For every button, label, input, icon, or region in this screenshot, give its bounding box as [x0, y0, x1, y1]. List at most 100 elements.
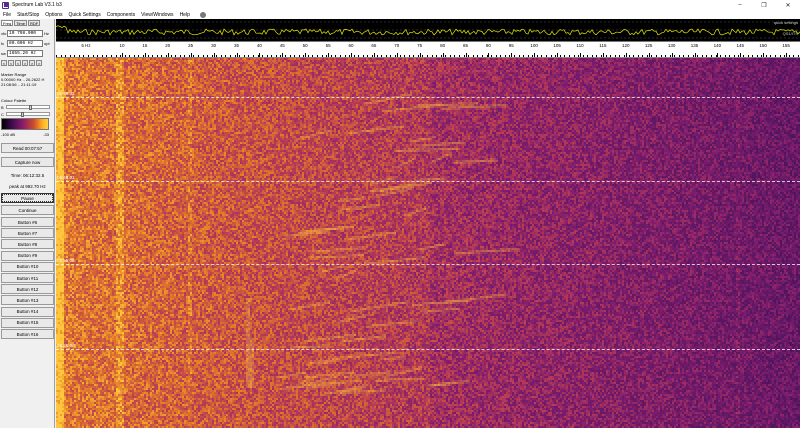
- user-button-11[interactable]: Button #11: [1, 273, 54, 283]
- menu-options[interactable]: Options: [45, 12, 62, 18]
- menu-components[interactable]: Components: [107, 12, 135, 18]
- freq-minor-tick: [541, 55, 543, 57]
- menu-view-windows[interactable]: View/Windows: [141, 12, 173, 18]
- step-right-button-2[interactable]: >: [29, 60, 35, 66]
- window-title: Spectrum Lab V3.1 b3: [12, 2, 62, 8]
- tab-time[interactable]: Time: [14, 20, 27, 26]
- freq-tick-label: 130: [667, 43, 676, 48]
- freq-minor-tick: [97, 55, 99, 57]
- freq-minor-tick: [559, 55, 561, 57]
- step-right-button-1[interactable]: >: [22, 60, 28, 66]
- waterfall-display[interactable]: 06:48:33 06:49:01 06:55:08 06:56:08: [56, 58, 800, 428]
- step-left-button-3[interactable]: <: [15, 60, 21, 66]
- read-button[interactable]: Read 00:07:57: [1, 143, 54, 153]
- menu-help[interactable]: Help: [180, 12, 190, 18]
- freq-minor-tick: [124, 55, 126, 57]
- freq-minor-tick: [573, 55, 575, 57]
- freq-minor-tick: [307, 55, 309, 57]
- freq-minor-tick: [248, 55, 250, 57]
- freq-minor-tick: [715, 55, 717, 57]
- freq-minor-tick: [175, 55, 177, 57]
- freq-minor-tick: [143, 55, 145, 57]
- vfo-field[interactable]: 10 798.000: [7, 29, 43, 37]
- freq-minor-tick: [211, 55, 213, 57]
- contrast-thumb[interactable]: [21, 112, 24, 117]
- freq-tick-label: 85: [462, 43, 469, 48]
- freq-tick: [488, 53, 490, 57]
- step-left-button-2[interactable]: <: [8, 60, 14, 66]
- freq-minor-tick: [74, 55, 76, 57]
- menu-start-stop[interactable]: Start/Stop: [17, 12, 39, 18]
- qs1-label: QS1/ITS: [782, 31, 798, 36]
- freq-minor-tick: [225, 55, 227, 57]
- freq-tick: [557, 53, 559, 57]
- tab-freq[interactable]: Freq: [1, 20, 14, 26]
- freq-tick-label: 155: [782, 43, 790, 48]
- freq-minor-tick: [312, 55, 314, 57]
- freq-minor-tick: [793, 55, 795, 57]
- freq-minor-tick: [445, 55, 447, 57]
- freq-minor-tick: [179, 55, 181, 57]
- fc-field[interactable]: 80.606 Hz: [7, 39, 43, 47]
- user-button-13[interactable]: Button #13: [1, 295, 54, 306]
- freq-minor-tick: [724, 55, 726, 57]
- spectrum-graph[interactable]: quick settings QS1/ITS: [56, 19, 800, 42]
- freq-minor-tick: [481, 55, 483, 57]
- pause-button[interactable]: Pause: [1, 193, 54, 203]
- freq-minor-tick: [216, 55, 218, 57]
- brightness-slider[interactable]: [6, 105, 50, 110]
- freq-tick-label: 115: [599, 43, 607, 48]
- freq-minor-tick: [619, 55, 621, 57]
- freq-minor-tick: [674, 55, 676, 57]
- title-bar: Spectrum Lab V3.1 b3 – ❐ ✕: [0, 0, 800, 10]
- colour-palette: Colour Palette B C -100 dB -33: [1, 98, 54, 137]
- opt-button[interactable]: opt: [44, 41, 50, 46]
- sw-row: sw 1655.20 Hz: [1, 49, 43, 57]
- brightness-thumb[interactable]: [29, 105, 32, 110]
- frequency-scale[interactable]: 5 Hz 10 15 20 25 30 35 40 45 50 55 60 65 70 75 80 85 90 9…: [56, 42, 800, 58]
- maximize-button[interactable]: ❐: [752, 0, 776, 10]
- continue-button[interactable]: Continue: [1, 205, 54, 215]
- freq-minor-tick: [440, 55, 442, 57]
- freq-minor-tick: [491, 55, 493, 57]
- time-marker-line: [56, 181, 800, 182]
- freq-minor-tick: [692, 55, 694, 57]
- user-button-12[interactable]: Button #12: [1, 284, 54, 295]
- freq-tick: [786, 53, 788, 57]
- freq-minor-tick: [665, 55, 667, 57]
- step-left-button-1[interactable]: <: [1, 60, 7, 66]
- freq-tick-label: 95: [508, 43, 514, 48]
- tab-rdf[interactable]: RDF: [27, 20, 41, 26]
- freq-minor-tick: [472, 55, 474, 57]
- freq-minor-tick: [459, 55, 461, 57]
- freq-minor-tick: [495, 55, 497, 57]
- close-button[interactable]: ✕: [776, 0, 800, 10]
- freq-tick: [373, 53, 375, 57]
- freq-minor-tick: [285, 55, 286, 57]
- user-button-16[interactable]: Button #16: [1, 329, 54, 339]
- user-button-6[interactable]: Button #6: [1, 217, 54, 227]
- spectrum-trace: [56, 21, 800, 39]
- contrast-slider[interactable]: [6, 112, 50, 117]
- user-button-9[interactable]: Button #9: [1, 250, 54, 261]
- status-indicator-icon[interactable]: [199, 11, 206, 18]
- freq-minor-tick: [298, 55, 300, 57]
- time-marker-label: 06:49:01: [57, 175, 75, 180]
- freq-minor-tick: [628, 55, 630, 57]
- freq-minor-tick: [623, 55, 625, 57]
- minimize-button[interactable]: –: [728, 0, 752, 10]
- freq-minor-tick: [752, 55, 754, 57]
- user-button-7[interactable]: Button #7: [1, 228, 54, 239]
- freq-minor-tick: [756, 55, 758, 57]
- menu-quick-settings[interactable]: Quick Settings: [69, 12, 101, 18]
- freq-minor-tick: [69, 55, 71, 57]
- step-right-button-3[interactable]: >: [36, 60, 42, 66]
- freq-minor-tick: [88, 55, 90, 57]
- sw-field[interactable]: 1655.20 Hz: [7, 49, 43, 57]
- user-button-8[interactable]: Button #8: [1, 239, 54, 250]
- user-button-14[interactable]: Button #14: [1, 306, 54, 317]
- user-button-10[interactable]: Button #10: [1, 261, 54, 272]
- menu-file[interactable]: File: [3, 12, 11, 18]
- user-button-15[interactable]: Button #15: [1, 317, 54, 328]
- capture-now-button[interactable]: Capture now: [1, 157, 54, 167]
